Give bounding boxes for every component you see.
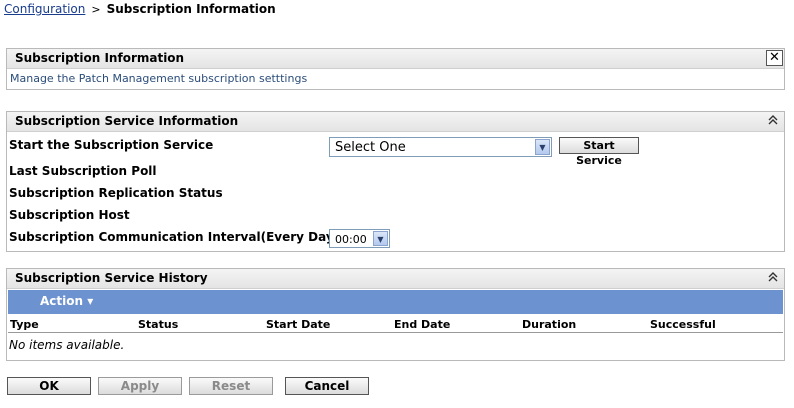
info-panel-header: Subscription Information ✕ (7, 49, 784, 69)
replication-status-label: Subscription Replication Status (9, 186, 223, 200)
column-header-duration[interactable]: Duration (522, 318, 576, 331)
history-table-header: Type Status Start Date End Date Duration… (8, 314, 783, 333)
info-panel-title: Subscription Information (15, 51, 185, 65)
double-chevron-up-icon (768, 272, 778, 282)
close-icon[interactable]: ✕ (766, 50, 783, 66)
start-service-label: Start the Subscription Service (9, 138, 214, 152)
breadcrumb: Configuration > Subscription Information (4, 2, 276, 16)
ok-button[interactable]: OK (7, 377, 91, 395)
apply-button[interactable]: Apply (98, 377, 182, 395)
start-service-button[interactable]: Start Service (559, 137, 639, 167)
service-panel-title: Subscription Service Information (15, 114, 239, 128)
host-label: Subscription Host (9, 208, 130, 222)
history-panel-header: Subscription Service History (7, 269, 784, 289)
interval-label: Subscription Communication Interval(Ever… (9, 230, 358, 244)
collapse-icon[interactable] (766, 114, 780, 129)
action-toolbar: Action ▾ (8, 290, 783, 314)
interval-select[interactable]: 00:00 ▼ (329, 229, 390, 248)
column-header-start-date[interactable]: Start Date (266, 318, 330, 331)
service-panel-header: Subscription Service Information (7, 112, 784, 132)
last-poll-label: Last Subscription Poll (9, 164, 157, 178)
service-select[interactable]: Select One ▼ (329, 137, 552, 157)
empty-table-message: No items available. (9, 338, 125, 352)
action-menu-button[interactable]: Action ▾ (40, 294, 93, 308)
cancel-button[interactable]: Cancel (285, 377, 369, 395)
breadcrumb-separator: > (91, 2, 101, 16)
breadcrumb-link-configuration[interactable]: Configuration (4, 2, 85, 16)
chevron-down-icon: ▼ (373, 231, 388, 246)
service-panel: Subscription Service Information Start t… (6, 111, 785, 252)
column-header-type[interactable]: Type (10, 318, 39, 331)
info-panel: Subscription Information ✕ Manage the Pa… (6, 48, 785, 90)
info-panel-description: Manage the Patch Management subscription… (10, 72, 308, 85)
reset-button[interactable]: Reset (189, 377, 273, 395)
collapse-icon[interactable] (766, 271, 780, 286)
double-chevron-up-icon (768, 115, 778, 125)
history-panel-title: Subscription Service History (15, 271, 208, 285)
chevron-down-icon: ▼ (535, 139, 550, 155)
interval-select-value: 00:00 (335, 233, 367, 246)
history-panel: Subscription Service History Action ▾ Ty… (6, 268, 785, 361)
service-select-value: Select One (335, 140, 406, 155)
column-header-end-date[interactable]: End Date (394, 318, 450, 331)
breadcrumb-current: Subscription Information (106, 2, 276, 16)
column-header-status[interactable]: Status (138, 318, 178, 331)
column-header-successful[interactable]: Successful (650, 318, 716, 331)
